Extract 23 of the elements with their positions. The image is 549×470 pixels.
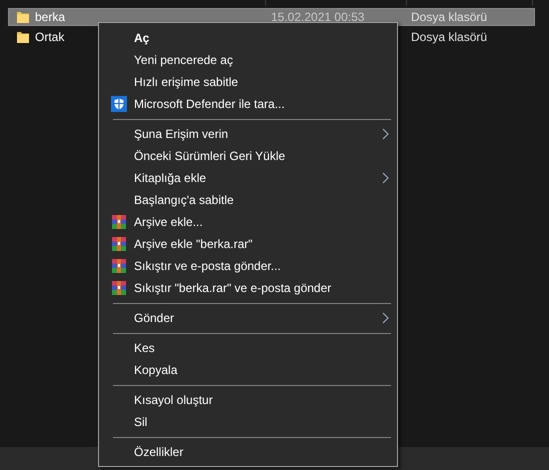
file-type: Dosya klasörü: [411, 30, 488, 44]
menu-item-label: Önceki Sürümleri Geri Yükle: [134, 149, 286, 163]
file-date: 15.02.2021 00:53: [271, 10, 366, 24]
menu-item-label: Kitaplığa ekle: [134, 171, 208, 185]
menu-item-label: Sil: [134, 415, 148, 429]
menu-item-label: Arşive ekle...: [134, 215, 204, 229]
menu-item-label: Özellikler: [134, 445, 184, 459]
menu-item-label: Sıkıştır ve e-posta gönder...: [134, 259, 282, 273]
menu-item-label: Gönder: [134, 311, 176, 325]
menu-item-label: Kopyala: [134, 363, 178, 377]
menu-item-label: Şuna Erişim verin: [134, 127, 230, 141]
menu-item-label: Hızlı erişime sabitle: [134, 75, 240, 89]
menu-item-label: Sıkıştır "berka.rar" ve e-posta gönder: [134, 281, 332, 295]
menu-item-label: Başlangıç'a sabitle: [134, 193, 235, 207]
file-name: berka: [35, 10, 66, 24]
menu-item-label: Kısayol oluştur: [134, 393, 214, 407]
menu-item-label: Kes: [134, 341, 156, 355]
file-name: Ortak: [35, 30, 64, 44]
menu-item-label: Aç: [134, 31, 150, 45]
menu-item-label: Microsoft Defender ile tara...: [134, 97, 286, 111]
menu-item-label: Arşive ekle "berka.rar": [134, 237, 254, 251]
menu-item-label: Yeni pencerede aç: [134, 53, 234, 67]
file-type: Dosya klasörü: [411, 10, 488, 24]
